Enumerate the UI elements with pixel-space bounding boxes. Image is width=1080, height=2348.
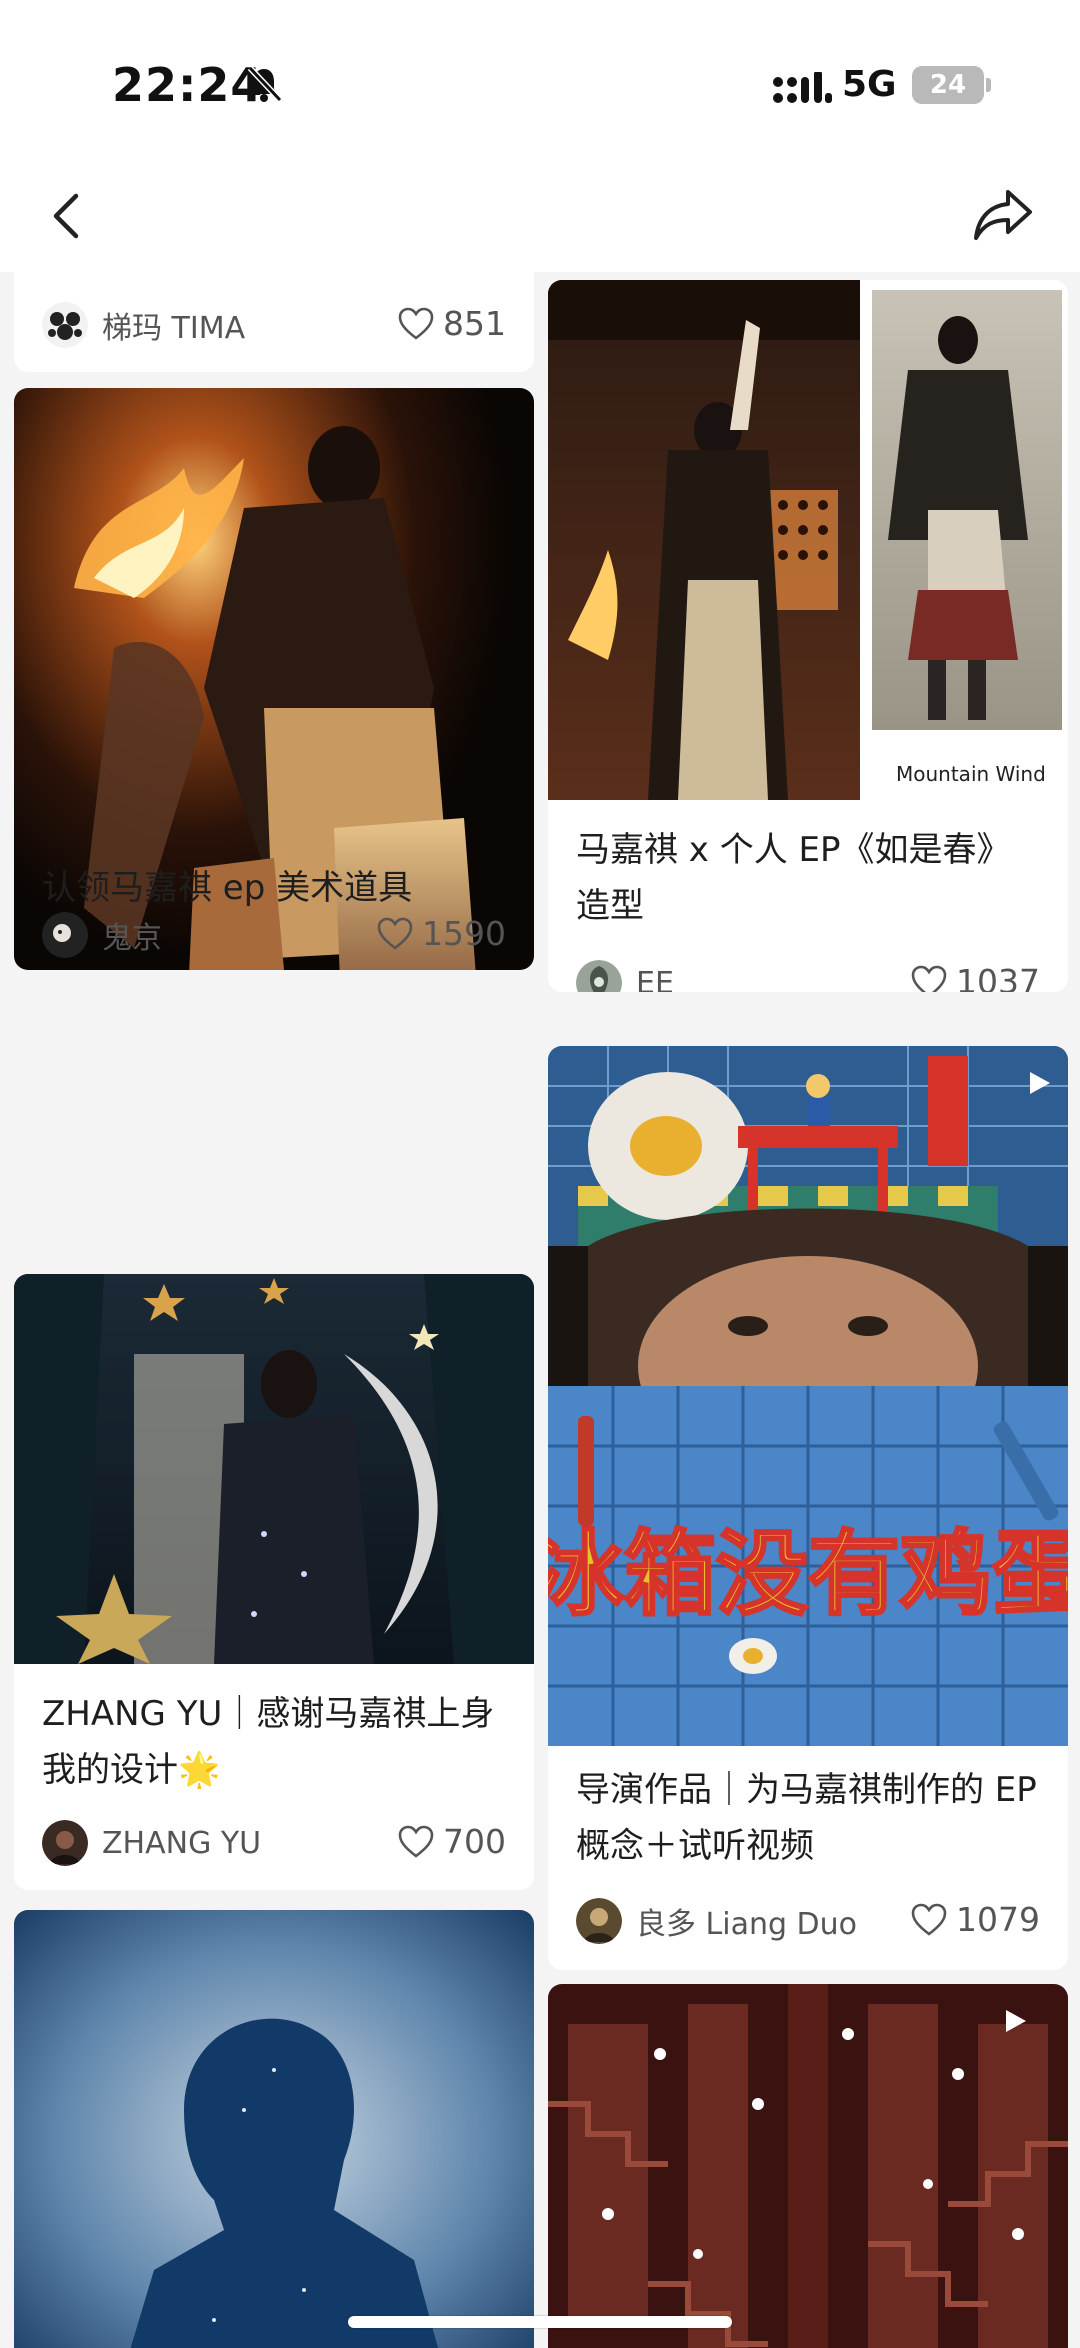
avatar	[576, 960, 622, 992]
like-number: 1079	[956, 1900, 1040, 1939]
image-text: 冰箱没有鸡蛋	[548, 1521, 1068, 1628]
card-title[interactable]: ZHANG YU｜感谢马嘉祺上身我的设计🌟	[42, 1686, 508, 1798]
card-author[interactable]: 梯玛 TIMA	[42, 302, 245, 348]
heart-icon[interactable]	[910, 965, 948, 993]
card-author[interactable]: 良多 Liang Duo	[576, 1898, 857, 1944]
card-author[interactable]: EE	[576, 960, 674, 992]
avatar	[42, 1820, 88, 1866]
back-arrow-icon[interactable]	[38, 184, 98, 248]
heart-icon[interactable]	[376, 917, 414, 951]
image-caption: Mountain Wind	[896, 762, 1046, 786]
like-number: 851	[443, 304, 506, 343]
like-number: 1037	[956, 962, 1040, 992]
cover-image[interactable]	[14, 1910, 534, 2348]
network-type: 5G	[842, 64, 897, 105]
waterfall-feed: 梯玛 TIMA 851 认领马嘉祺 ep 美术道具 鬼京 1590 ZHANG …	[0, 272, 1080, 2348]
heart-icon[interactable]	[910, 1903, 948, 1937]
author-name: EE	[636, 965, 674, 993]
bell-off-icon	[247, 65, 283, 103]
card-author[interactable]: 鬼京	[42, 912, 162, 958]
note-card[interactable]: ZHANG YU｜感谢马嘉祺上身我的设计🌟 ZHANG YU 700	[14, 1274, 534, 1890]
battery-indicator: 24	[912, 66, 984, 104]
heart-icon[interactable]	[397, 1825, 435, 1859]
note-card[interactable]: 认领马嘉祺 ep 美术道具 鬼京 1590	[14, 388, 534, 970]
signal-icon	[773, 72, 832, 103]
author-name: ZHANG YU	[102, 1825, 262, 1861]
avatar	[576, 1898, 622, 1944]
author-name: 鬼京	[102, 921, 162, 956]
note-card[interactable]: 冰箱没有鸡蛋 导演作品｜为马嘉祺制作的 EP 概念＋试听视频 良多 Liang …	[548, 1046, 1068, 1970]
avatar	[42, 912, 88, 958]
heart-icon[interactable]	[397, 307, 435, 341]
card-title[interactable]: 马嘉祺 x 个人 EP《如是春》造型	[576, 822, 1042, 934]
play-icon[interactable]	[1024, 1068, 1054, 1098]
card-title[interactable]: 导演作品｜为马嘉祺制作的 EP 概念＋试听视频	[576, 1762, 1042, 1874]
avatar	[42, 302, 88, 348]
battery-nub	[986, 78, 991, 92]
home-indicator[interactable]	[348, 2316, 732, 2328]
like-count[interactable]: 1590	[376, 914, 506, 953]
play-icon[interactable]	[1000, 2006, 1030, 2036]
note-card[interactable]: 梯玛 TIMA 851	[14, 272, 534, 372]
like-count[interactable]: 1037	[910, 962, 1040, 992]
cover-image[interactable]: 冰箱没有鸡蛋	[548, 1046, 1068, 1746]
card-author[interactable]: ZHANG YU	[42, 1820, 261, 1866]
like-count[interactable]: 700	[397, 1822, 506, 1861]
share-icon[interactable]	[970, 182, 1036, 248]
like-count[interactable]: 851	[397, 304, 506, 343]
status-bar: 22:24 5G 24	[0, 0, 1080, 160]
like-number: 700	[443, 1822, 506, 1861]
status-time: 22:24	[112, 58, 264, 112]
author-name: 梯玛 TIMA	[102, 311, 246, 346]
top-nav-bar	[0, 160, 1080, 272]
cover-image[interactable]	[548, 280, 1068, 800]
note-card[interactable]: Mountain Wind 马嘉祺 x 个人 EP《如是春》造型 EE 1037	[548, 280, 1068, 992]
note-card[interactable]	[14, 1910, 534, 2348]
author-name: 良多 Liang Duo	[636, 1907, 858, 1942]
like-count[interactable]: 1079	[910, 1900, 1040, 1939]
card-title[interactable]: 认领马嘉祺 ep 美术道具	[42, 860, 508, 916]
like-number: 1590	[422, 914, 506, 953]
cover-image[interactable]	[14, 1274, 534, 1664]
note-card[interactable]	[548, 1984, 1068, 2348]
cover-image[interactable]	[548, 1984, 1068, 2348]
